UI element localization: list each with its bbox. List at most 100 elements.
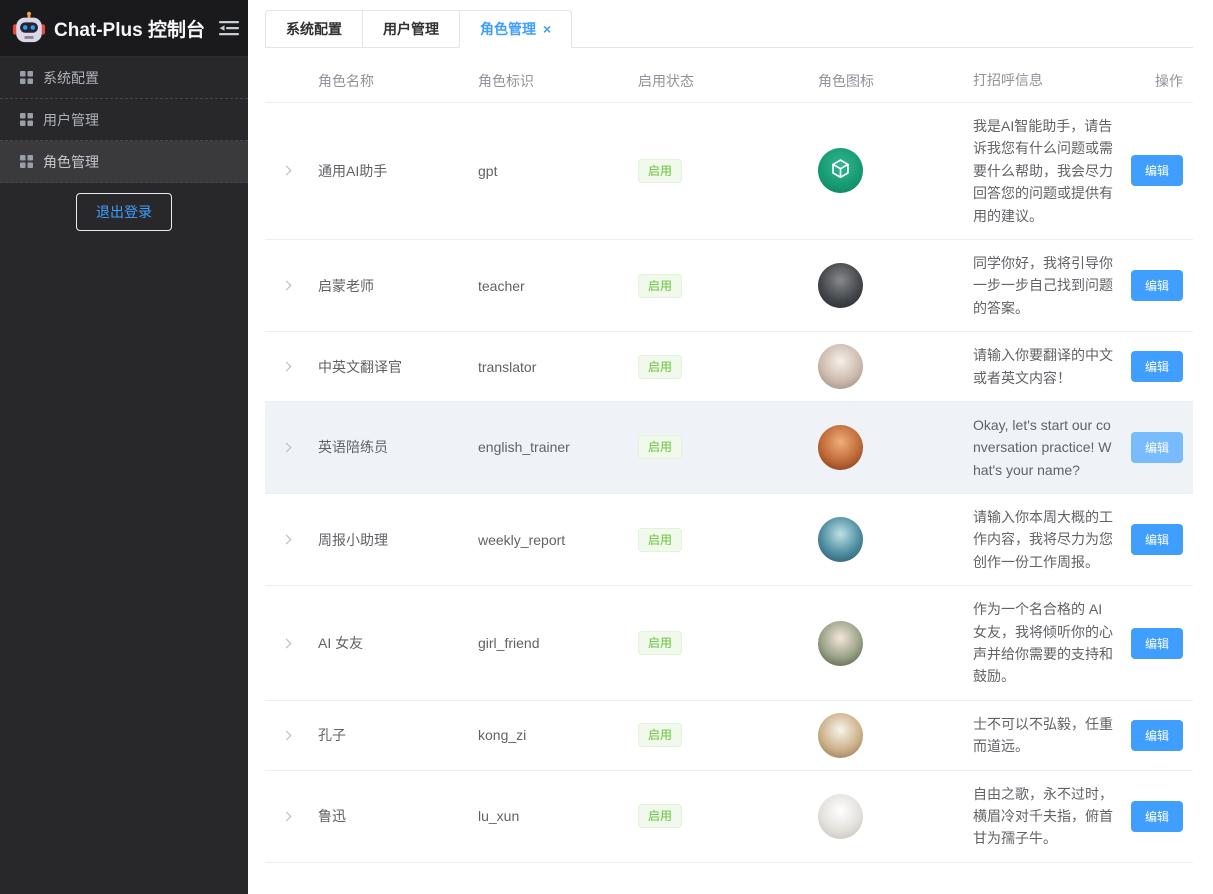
role-key: lu_xun (468, 808, 628, 824)
greeting-text: 我是AI智能助手，请告诉我您有什么问题或需要什么帮助，我会尽力回答您的问题或提供… (963, 103, 1125, 239)
status-badge: 启用 (638, 274, 682, 298)
expand-row-icon[interactable] (282, 362, 292, 372)
openai-logo-avatar (818, 148, 863, 193)
expand-row-icon[interactable] (282, 811, 292, 821)
luxun-avatar (818, 794, 863, 839)
expand-row-icon[interactable] (282, 730, 292, 740)
edit-button[interactable]: 编辑 (1131, 155, 1183, 186)
status-badge: 启用 (638, 435, 682, 459)
tab-label: 用户管理 (383, 19, 439, 39)
table-row: 英语陪练员 english_trainer 启用 Okay, let's sta… (265, 402, 1193, 494)
sidebar-item-user-management[interactable]: 用户管理 (0, 99, 248, 141)
edit-button[interactable]: 编辑 (1131, 270, 1183, 301)
sidebar-item-label: 系统配置 (43, 68, 99, 88)
greeting-text: Okay, let's start our conversation pract… (963, 402, 1125, 493)
sidebar-item-role-management[interactable]: 角色管理 (0, 141, 248, 183)
greeting-text: 请输入你要翻译的中文或者英文内容！ (963, 332, 1125, 401)
tab-label: 系统配置 (286, 19, 342, 39)
english-trainer-avatar (818, 425, 863, 470)
expand-row-icon[interactable] (282, 535, 292, 545)
role-name: 启蒙老师 (308, 276, 468, 296)
roles-table: 角色名称 角色标识 启用状态 角色图标 打招呼信息 操作 通用AI助手 gpt … (265, 59, 1193, 863)
column-header-greeting: 打招呼信息 (963, 69, 1125, 91)
grid-icon (20, 113, 33, 126)
edit-button[interactable]: 编辑 (1131, 628, 1183, 659)
role-name: AI 女友 (308, 633, 468, 653)
table-body: 通用AI助手 gpt 启用 我是AI智能助手，请告诉我您有什么问题或需要什么帮助… (265, 103, 1193, 863)
role-key: girl_friend (468, 635, 628, 651)
column-header-role-key: 角色标识 (468, 71, 628, 91)
greeting-text: 作为一个名合格的 AI 女友，我将倾听你的心声并给你需要的支持和鼓励。 (963, 586, 1125, 700)
greeting-text: 请输入你本周大概的工作内容，我将尽力为您创作一份工作周报。 (963, 494, 1125, 585)
status-badge: 启用 (638, 528, 682, 552)
role-name: 孔子 (308, 725, 468, 745)
expand-row-icon[interactable] (282, 638, 292, 648)
role-key: teacher (468, 278, 628, 294)
role-key: english_trainer (468, 439, 628, 455)
column-header-role-icon: 角色图标 (808, 71, 963, 91)
column-header-actions: 操作 (1125, 71, 1193, 91)
table-row: 启蒙老师 teacher 启用 同学你好，我将引导你一步一步自己找到问题的答案。… (265, 240, 1193, 332)
sidebar-menu: 系统配置 用户管理 角色管理 (0, 57, 248, 183)
table-row: AI 女友 girl_friend 启用 作为一个名合格的 AI 女友，我将倾听… (265, 586, 1193, 701)
edit-button[interactable]: 编辑 (1131, 524, 1183, 555)
greeting-text: 士不可以不弘毅，任重而道远。 (963, 701, 1125, 770)
sidebar-item-system-config[interactable]: 系统配置 (0, 57, 248, 99)
role-name: 通用AI助手 (308, 161, 468, 181)
tab-label: 角色管理 (480, 19, 536, 39)
status-badge: 启用 (638, 355, 682, 379)
edit-button[interactable]: 编辑 (1131, 351, 1183, 382)
greeting-text: 同学你好，我将引导你一步一步自己找到问题的答案。 (963, 240, 1125, 331)
table-row: 周报小助理 weekly_report 启用 请输入你本周大概的工作内容，我将尽… (265, 494, 1193, 586)
role-name: 周报小助理 (308, 530, 468, 550)
role-key: translator (468, 359, 628, 375)
column-header-role-name: 角色名称 (308, 71, 468, 91)
expand-row-icon[interactable] (282, 281, 292, 291)
fold-menu-icon[interactable] (219, 20, 239, 36)
status-badge: 启用 (638, 723, 682, 747)
tab-system-config[interactable]: 系统配置 (265, 10, 363, 48)
status-badge: 启用 (638, 631, 682, 655)
edit-button[interactable]: 编辑 (1131, 801, 1183, 832)
main-content: 系统配置 用户管理 角色管理 × 角色名称 角色标识 启用状态 角色图标 打招呼… (248, 0, 1213, 894)
sidebar-item-label: 角色管理 (43, 152, 99, 172)
tabs-filler (572, 10, 1193, 48)
app-title: Chat-Plus 控制台 (54, 15, 205, 42)
grid-icon (20, 71, 33, 84)
tab-role-management[interactable]: 角色管理 × (459, 10, 572, 48)
greeting-text: 自由之歌，永不过时，横眉冷对千夫指，俯首甘为孺子牛。 (963, 771, 1125, 862)
close-tab-icon[interactable]: × (543, 22, 551, 36)
role-key: weekly_report (468, 532, 628, 548)
expand-row-icon[interactable] (282, 166, 292, 176)
role-key: kong_zi (468, 727, 628, 743)
table-row: 孔子 kong_zi 启用 士不可以不弘毅，任重而道远。 编辑 (265, 701, 1193, 771)
edit-button[interactable]: 编辑 (1131, 432, 1183, 463)
table-row: 中英文翻译官 translator 启用 请输入你要翻译的中文或者英文内容！ 编… (265, 332, 1193, 402)
robot-icon (12, 11, 46, 45)
status-badge: 启用 (638, 804, 682, 828)
tabs-bar: 系统配置 用户管理 角色管理 × (265, 10, 1193, 48)
teacher-avatar (818, 263, 863, 308)
logout-button[interactable]: 退出登录 (76, 193, 172, 231)
edit-button[interactable]: 编辑 (1131, 720, 1183, 751)
weekly-report-avatar (818, 517, 863, 562)
table-header-row: 角色名称 角色标识 启用状态 角色图标 打招呼信息 操作 (265, 59, 1193, 103)
sidebar: Chat-Plus 控制台 系统配置 用户管理 (0, 0, 248, 894)
sidebar-item-label: 用户管理 (43, 110, 99, 130)
role-name: 鲁迅 (308, 806, 468, 826)
table-row: 鲁迅 lu_xun 启用 自由之歌，永不过时，横眉冷对千夫指，俯首甘为孺子牛。 … (265, 771, 1193, 863)
role-name: 英语陪练员 (308, 437, 468, 457)
kongzi-avatar (818, 713, 863, 758)
tab-user-management[interactable]: 用户管理 (362, 10, 460, 48)
table-row: 通用AI助手 gpt 启用 我是AI智能助手，请告诉我您有什么问题或需要什么帮助… (265, 103, 1193, 240)
role-key: gpt (468, 163, 628, 179)
girl-friend-avatar (818, 621, 863, 666)
role-name: 中英文翻译官 (308, 357, 468, 377)
openai-knot-icon (827, 157, 854, 184)
expand-row-icon[interactable] (282, 443, 292, 453)
translator-avatar (818, 344, 863, 389)
sidebar-header: Chat-Plus 控制台 (0, 0, 248, 57)
column-header-status: 启用状态 (628, 71, 808, 91)
grid-icon (20, 155, 33, 168)
status-badge: 启用 (638, 159, 682, 183)
